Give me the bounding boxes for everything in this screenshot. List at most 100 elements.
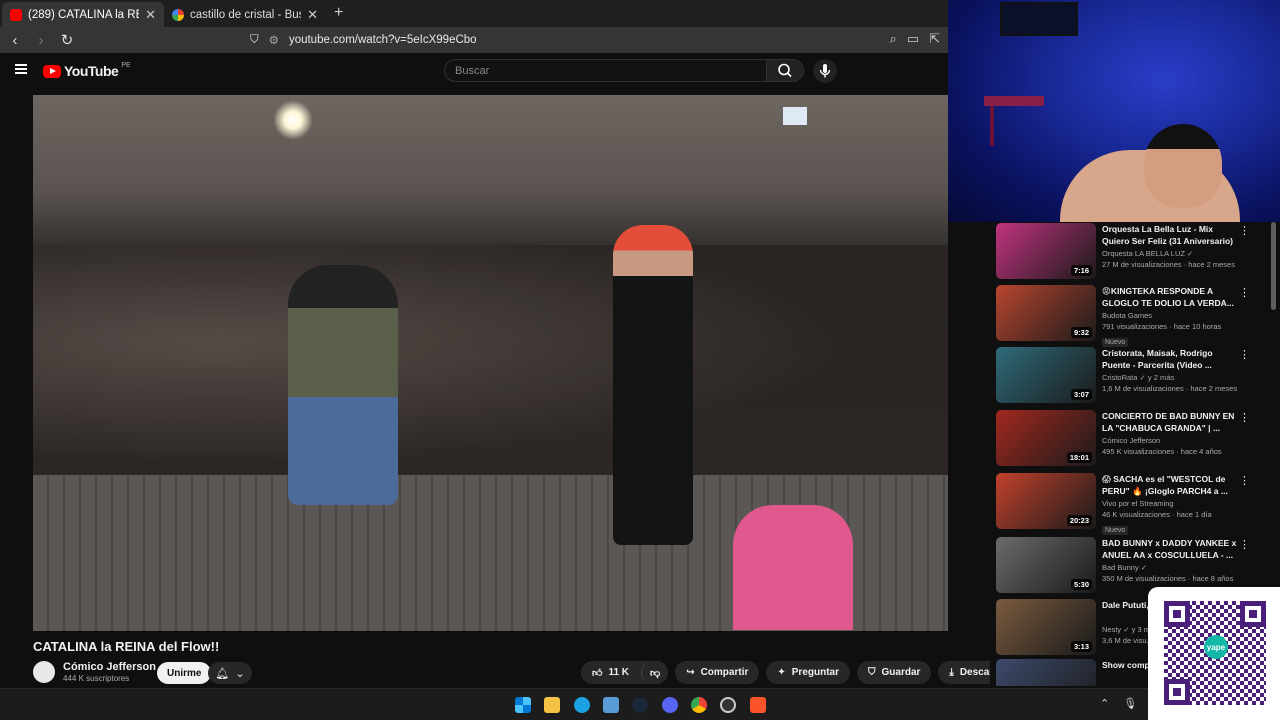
forward-icon[interactable]: ›: [34, 32, 48, 49]
video-meta: 350 M de visualizaciones · hace 8 años: [1102, 574, 1234, 583]
video-meta: 27 M de visualizaciones · hace 2 meses: [1102, 260, 1235, 269]
notifications-button[interactable]: 🔔︎ ⌄: [208, 662, 252, 684]
like-dislike-group: 👍︎ 11 K 👎︎: [581, 661, 669, 684]
close-tab-icon[interactable]: ✕: [145, 7, 156, 23]
save-button[interactable]: ⛉ Guardar: [857, 661, 932, 684]
chevron-down-icon: ⌄: [235, 667, 245, 680]
recommended-video[interactable]: 3:07 Cristorata, Maisak, Rodrigo Puente -…: [996, 346, 1256, 403]
share-button[interactable]: ↪ Compartir: [675, 661, 760, 684]
tab-google[interactable]: castillo de cristal - Buscar con Google …: [164, 2, 326, 27]
recommended-video[interactable]: 7:16 Orquesta La Bella Luz - Mix Quiero S…: [996, 222, 1256, 279]
more-options-icon[interactable]: ⋮: [1239, 286, 1250, 299]
recommended-video[interactable]: 5:30 BAD BUNNY x DADDY YANKEE x ANUEL AA …: [996, 536, 1256, 593]
site-info-icon[interactable]: ⚙: [269, 33, 279, 47]
webcam-overlay: [948, 0, 1280, 230]
chrome-icon[interactable]: [691, 697, 707, 713]
video-title[interactable]: BAD BUNNY x DADDY YANKEE x ANUEL AA x CO…: [1102, 537, 1238, 561]
like-button[interactable]: 👍︎ 11 K: [581, 661, 636, 684]
more-options-icon[interactable]: ⋮: [1239, 538, 1250, 551]
file-explorer-icon[interactable]: [544, 697, 560, 713]
channel-name[interactable]: Cómico Jefferson: [63, 661, 156, 673]
download-icon: ⤓: [949, 667, 954, 678]
video-title[interactable]: 😱 SACHA es el "WESTCOL de PERU" 🔥 ¡Glogl…: [1102, 473, 1238, 497]
video-thumbnail[interactable]: 5:30: [996, 537, 1096, 593]
google-favicon-icon: [172, 8, 184, 21]
video-thumbnail[interactable]: [996, 659, 1096, 686]
sidebar-scrollbar[interactable]: [1271, 222, 1276, 310]
child-pink-jacket: [733, 505, 853, 630]
video-duration: 18:01: [1066, 452, 1092, 463]
menu-icon[interactable]: [15, 64, 27, 74]
search-input[interactable]: Buscar: [444, 59, 767, 82]
video-duration: 3:07: [1070, 389, 1092, 400]
video-meta: 495 K visualizaciones · hace 4 años: [1102, 447, 1222, 456]
channel-name[interactable]: Budota Games: [1102, 311, 1238, 320]
streamer-head: [1144, 124, 1222, 208]
video-duration: 3:13: [1070, 641, 1092, 652]
more-options-icon[interactable]: ⋮: [1239, 411, 1250, 424]
system-tray: ⌃ 🎙︎: [1100, 697, 1137, 710]
video-thumbnail[interactable]: 20:23: [996, 473, 1096, 529]
bell-icon: 🔔︎: [215, 667, 230, 680]
qr-finder: [1164, 679, 1190, 705]
brave-icon[interactable]: [750, 697, 766, 713]
recommended-video[interactable]: 18:01 CONCIERTO DE BAD BUNNY EN LA "CHABU…: [996, 409, 1256, 466]
windows-start-icon[interactable]: [515, 697, 531, 713]
qr-finder: [1164, 601, 1190, 627]
video-player[interactable]: [33, 95, 948, 631]
zoom-icon[interactable]: ⌕: [890, 31, 897, 47]
close-tab-icon[interactable]: ✕: [307, 7, 318, 23]
back-icon[interactable]: ‹: [8, 32, 22, 49]
video-title[interactable]: CONCIERTO DE BAD BUNNY EN LA "CHABUCA GR…: [1102, 410, 1238, 434]
store-icon[interactable]: [603, 697, 619, 713]
channel-name[interactable]: Bad Bunny ✓: [1102, 563, 1238, 572]
bookmark-icon: ⛉: [868, 667, 876, 678]
browser-tab-bar: (289) CATALINA la REINA del Flow!! ✕ cas…: [0, 0, 948, 27]
steam-icon[interactable]: [632, 697, 648, 713]
channel-name[interactable]: Vivo por el Streaming: [1102, 499, 1238, 508]
video-thumbnail[interactable]: 3:13: [996, 599, 1096, 655]
channel-name[interactable]: Orquesta LA BELLA LUZ ✓: [1102, 249, 1238, 258]
video-title[interactable]: 😡KINGTEKA RESPONDE A GLOGLO TE DOLIO LA …: [1102, 285, 1238, 309]
join-button[interactable]: Unirme: [157, 662, 212, 684]
video-thumbnail[interactable]: 7:16: [996, 223, 1096, 279]
video-thumbnail[interactable]: 18:01: [996, 410, 1096, 466]
dislike-button[interactable]: 👎︎: [641, 661, 669, 684]
video-duration: 9:32: [1070, 327, 1092, 338]
more-options-icon[interactable]: ⋮: [1239, 348, 1250, 361]
youtube-play-icon: [43, 64, 61, 78]
windows-taskbar: ⌃ 🎙︎: [0, 688, 1148, 720]
video-title[interactable]: Orquesta La Bella Luz - Mix Quiero Ser F…: [1102, 223, 1238, 247]
recommended-video[interactable]: 20:23 😱 SACHA es el "WESTCOL de PERU" 🔥 ¡…: [996, 472, 1256, 535]
video-thumbnail[interactable]: 9:32: [996, 285, 1096, 341]
recommended-video[interactable]: 9:32 😡KINGTEKA RESPONDE A GLOGLO TE DOLIO…: [996, 284, 1256, 347]
video-thumbnail[interactable]: 3:07: [996, 347, 1096, 403]
new-tab-icon[interactable]: +: [334, 4, 343, 22]
search-button[interactable]: [766, 59, 804, 82]
microphone-tray-icon[interactable]: 🎙︎: [1123, 697, 1137, 710]
reload-icon[interactable]: ↻: [60, 31, 74, 49]
voice-search-button[interactable]: [813, 59, 837, 83]
mic-icon: [819, 64, 831, 78]
more-options-icon[interactable]: ⋮: [1239, 474, 1250, 487]
url-field[interactable]: youtube.com/watch?v=5eIcX99eCbo: [289, 34, 477, 46]
edge-icon[interactable]: [574, 697, 590, 713]
video-meta: 1,6 M de visualizaciones · hace 2 meses: [1102, 384, 1238, 393]
bookmark-icon[interactable]: ⛉: [250, 34, 259, 47]
obs-icon[interactable]: [720, 697, 736, 713]
channel-avatar[interactable]: [33, 661, 55, 683]
ask-button[interactable]: ✦ Preguntar: [766, 661, 850, 684]
tab-title: (289) CATALINA la REINA del Flow!!: [28, 8, 139, 21]
video-title[interactable]: Cristorata, Maisak, Rodrigo Puente - Par…: [1102, 347, 1238, 371]
share-page-icon[interactable]: ⇱: [929, 31, 940, 47]
tray-chevron-icon[interactable]: ⌃: [1100, 697, 1109, 710]
more-options-icon[interactable]: ⋮: [1239, 224, 1250, 237]
video-actions: 👍︎ 11 K 👎︎ ↪ Compartir ✦ Preguntar ⛉ Gua…: [581, 661, 1050, 684]
tab-youtube[interactable]: (289) CATALINA la REINA del Flow!! ✕: [2, 2, 164, 27]
youtube-logo[interactable]: YouTube PE: [43, 62, 131, 79]
cast-icon[interactable]: ▭: [907, 31, 919, 47]
video-meta: 791 visualizaciones · hace 10 horas: [1102, 322, 1222, 331]
channel-name[interactable]: Cómico Jefferson: [1102, 436, 1238, 445]
discord-icon[interactable]: [662, 697, 678, 713]
channel-name[interactable]: CristoRata ✓ y 2 más: [1102, 373, 1238, 382]
